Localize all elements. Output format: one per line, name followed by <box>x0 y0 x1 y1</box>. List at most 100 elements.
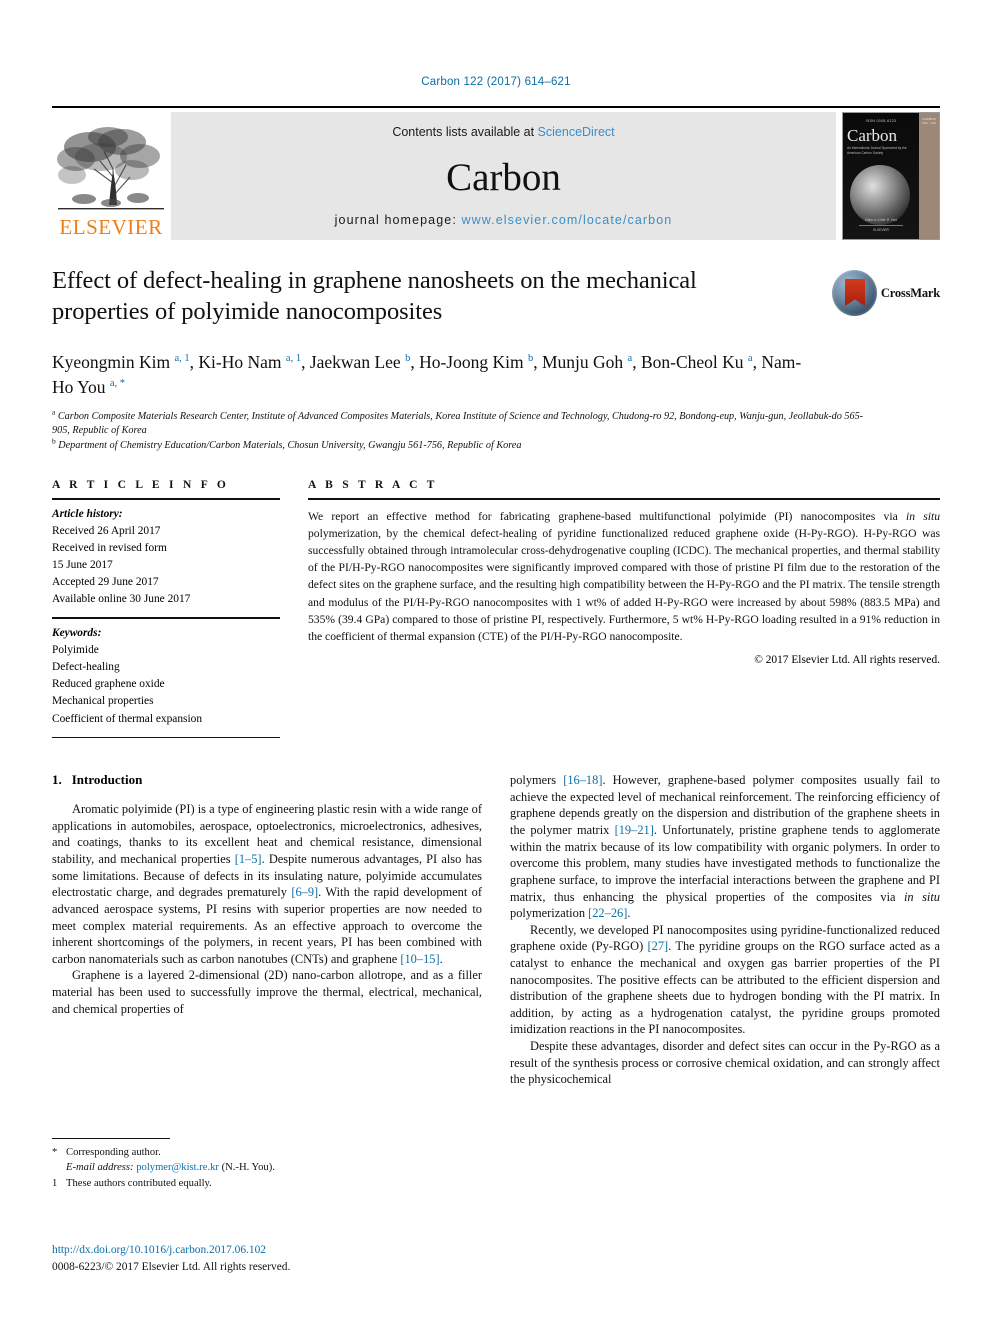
footnote-equal-text: These authors contributed equally. <box>66 1177 212 1189</box>
footnote-block: * Corresponding author. E-mail address: p… <box>52 1138 464 1191</box>
body-column-right: polymers [16–18]. However, graphene-base… <box>510 772 940 1088</box>
affiliation-line: b Department of Chemistry Education/Carb… <box>52 436 522 451</box>
intro-paragraph-1: Aromatic polyimide (PI) is a type of eng… <box>52 802 483 966</box>
elsevier-wordmark: ELSEVIER <box>59 215 163 239</box>
author-name: Bon-Cheol Ku <box>640 352 748 372</box>
article-title: Effect of defect-healing in graphene nan… <box>52 267 697 325</box>
author-name: Jaekwan Lee <box>309 352 406 372</box>
journal-title: Carbon <box>446 155 561 199</box>
title-block: Effect of defect-healing in graphene nan… <box>52 266 940 336</box>
author-affiliation-mark: b <box>527 353 534 365</box>
article-info-heading: A R T I C L E I N F O <box>52 479 230 492</box>
citation-ref[interactable]: [1–5] <box>235 852 262 866</box>
abstract-copyright: © 2017 Elsevier Ltd. All rights reserved… <box>754 653 940 666</box>
article-info-rule-bottom <box>52 736 280 739</box>
footnote-mark-one: 1 <box>52 1177 58 1189</box>
elsevier-tree-icon <box>57 127 164 210</box>
abstract-text: We report an effective method for fabric… <box>308 509 941 643</box>
author-affiliation-mark: a, * <box>109 378 126 390</box>
article-history-line: Received 26 April 2017 <box>52 524 161 537</box>
intro-paragraph-4: Despite these advantages, disorder and d… <box>510 1038 940 1087</box>
cover-editor-line: Editor-in-Chief: R. Hurt <box>864 217 898 222</box>
crossmark-icon <box>832 270 877 316</box>
affiliation-mark: a <box>52 407 56 417</box>
article-first-page: Carbon 122 (2017) 614–621 ELSEVIER Conte… <box>0 0 992 1323</box>
article-history-label: Article history: <box>52 507 123 520</box>
author-name: Kyeongmin Kim <box>52 352 175 372</box>
intro-paragraph-2-continued: polymers [16–18]. However, graphene-base… <box>510 773 940 921</box>
author-affiliation-mark: a, 1 <box>174 353 190 365</box>
crossmark-label: CrossMark <box>880 285 940 300</box>
article-history-line: Received in revised form <box>52 541 167 554</box>
abstract-heading: A B S T R A C T <box>308 479 438 492</box>
author-name: Munju Goh <box>541 352 628 372</box>
homepage-prefix: journal homepage: <box>334 213 462 227</box>
journal-header-band: Contents lists available at ScienceDirec… <box>171 112 836 240</box>
cover-subtitle: An International Journal Sponsored by th… <box>847 146 907 155</box>
author-name: Ho-Joong Kim <box>419 352 528 372</box>
author-affiliation-mark: a <box>627 353 633 365</box>
keyword-item: Defect-healing <box>52 661 120 674</box>
doi-link[interactable]: http://dx.doi.org/10.1016/j.carbon.2017.… <box>52 1242 572 1259</box>
crossmark-badge-group[interactable]: CrossMark <box>832 270 940 316</box>
footnote-equal-contribution: 1 These authors contributed equally. <box>52 1176 464 1191</box>
abstract-italic-term: in situ <box>905 509 941 523</box>
keyword-item: Mechanical properties <box>52 695 154 708</box>
citation-ref[interactable]: [22–26] <box>588 906 627 920</box>
keywords-label: Keywords: <box>52 626 102 639</box>
body-columns: 1. Introduction Aromatic polyimide (PI) i… <box>52 772 940 1088</box>
footnote-corresponding-text: Corresponding author. <box>66 1147 161 1158</box>
cover-publisher-line: ELSEVIER <box>873 227 889 232</box>
journal-header: ELSEVIER Contents lists available at Sci… <box>52 106 940 240</box>
journal-cover-thumbnail[interactable]: ISSN 0008-6223 Carbon An International J… <box>842 112 940 240</box>
issn-copyright-line: 0008-6223/© 2017 Elsevier Ltd. All right… <box>52 1261 291 1274</box>
cover-spine-label: CARBON VOL. 122 <box>921 117 937 125</box>
affiliation-line: a Carbon Composite Materials Research Ce… <box>52 407 864 437</box>
footnote-mark-asterisk: * <box>52 1147 58 1158</box>
info-abstract-section: A R T I C L E I N F O Article history: R… <box>52 479 940 739</box>
cover-micrograph-image <box>850 165 910 225</box>
cover-spine: CARBON VOL. 122 <box>919 113 939 239</box>
citation-ref[interactable]: [6–9] <box>291 885 318 899</box>
article-history-line: Accepted 29 June 2017 <box>52 576 159 589</box>
author-name: Ki-Ho Nam <box>198 352 286 372</box>
keywords-group: Keywords: Polyimide Defect-healing Reduced… <box>52 619 280 737</box>
contents-lists-line: Contents lists available at ScienceDirec… <box>392 125 614 139</box>
article-history-line: 15 June 2017 <box>52 559 113 572</box>
body-column-left: 1. Introduction Aromatic polyimide (PI) i… <box>52 772 482 1088</box>
footnote-rule <box>52 1138 170 1139</box>
author-list: Kyeongmin Kim a, 1, Ki-Ho Nam a, 1, Jaek… <box>52 352 802 397</box>
section-heading-introduction: 1. Introduction <box>52 772 482 788</box>
running-head: Carbon 122 (2017) 614–621 <box>421 76 571 88</box>
article-info-column: A R T I C L E I N F O Article history: R… <box>52 479 280 739</box>
cover-top-label: ISSN 0008-6223 <box>865 119 897 123</box>
keyword-item: Coefficient of thermal expansion <box>52 712 203 725</box>
footnote-email-suffix: (N.-H. You). <box>221 1162 275 1174</box>
affiliation-list: a Carbon Composite Materials Research Ce… <box>52 407 872 453</box>
affiliation-mark: b <box>52 436 56 446</box>
email-link[interactable]: polymer@kist.re.kr <box>136 1162 219 1173</box>
section-number: 1. <box>52 772 62 788</box>
author-affiliation-mark: a, 1 <box>285 353 302 365</box>
abstract-column: A B S T R A C T We report an effective m… <box>308 479 940 738</box>
journal-homepage-url[interactable]: www.elsevier.com/locate/carbon <box>461 213 672 227</box>
citation-ref[interactable]: [27] <box>648 939 669 953</box>
keyword-item: Polyimide <box>52 644 99 657</box>
author-affiliation-mark: b <box>405 353 411 365</box>
footnote-corresponding-author: * Corresponding author. <box>52 1145 464 1160</box>
italic-term: in situ <box>903 889 940 904</box>
citation-ref[interactable]: [16–18] <box>563 773 602 787</box>
author-affiliation-mark: a <box>747 353 753 365</box>
citation-ref[interactable]: [19–21] <box>615 823 654 837</box>
elsevier-logo: ELSEVIER <box>52 112 170 240</box>
citation-ref[interactable]: [10–15] <box>400 952 439 966</box>
intro-paragraph-2: Graphene is a layered 2-dimensional (2D)… <box>52 968 482 1016</box>
article-history-group: Article history: Received 26 April 2017 R… <box>52 500 280 618</box>
cover-journal-word: Carbon <box>847 126 898 145</box>
intro-paragraph-3: Recently, we developed PI nanocomposites… <box>510 922 940 1037</box>
sciencedirect-link[interactable]: ScienceDirect <box>538 125 615 139</box>
footnote-email: E-mail address: polymer@kist.re.kr (N.-H… <box>52 1160 464 1175</box>
journal-homepage-line: journal homepage: www.elsevier.com/locat… <box>335 213 673 227</box>
doi-block: http://dx.doi.org/10.1016/j.carbon.2017.… <box>52 1242 572 1276</box>
section-title: Introduction <box>71 772 143 788</box>
